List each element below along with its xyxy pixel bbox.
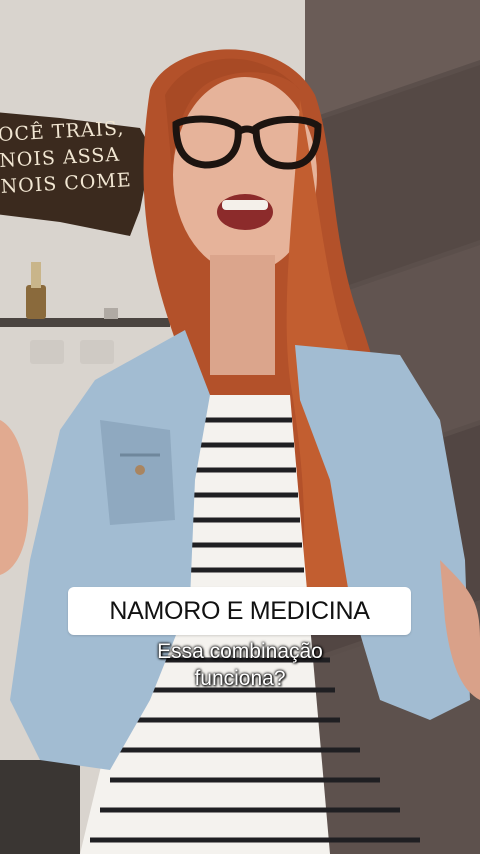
caption-subtitle: Essa combinação funciona? [120,638,360,692]
mouth [217,194,273,230]
wooden-sign-text: OCÊ TRAIS, NOIS ASSA NOIS COME [0,114,153,232]
bottle [26,285,46,319]
caption-title: NAMORO E MEDICINA [109,596,370,625]
video-frame[interactable]: OCÊ TRAIS, NOIS ASSA NOIS COME NAMORO E … [0,0,480,854]
caption-subtitle-line-2: funciona? [194,667,286,690]
shelf [0,318,170,327]
counter [0,760,80,854]
caption-subtitle-line-1: Essa combinação [157,640,323,663]
caption-title-box: NAMORO E MEDICINA [68,587,411,635]
